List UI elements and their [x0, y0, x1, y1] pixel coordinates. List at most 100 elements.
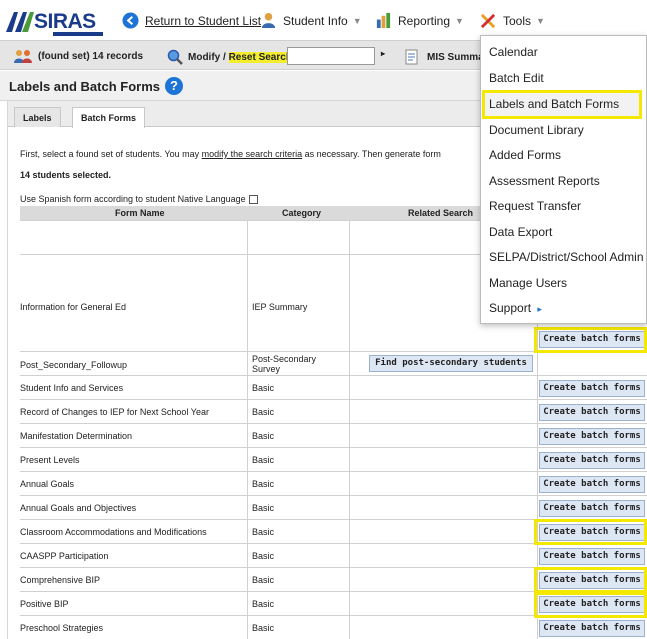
found-set-label: (found set) 14 records: [38, 50, 144, 62]
reporting-label: Reporting: [398, 13, 451, 28]
menu-item-document-library[interactable]: Document Library: [489, 123, 584, 137]
menu-item-calendar[interactable]: Calendar: [489, 45, 538, 59]
form-category: IEP Summary: [252, 302, 308, 312]
menu-item-support[interactable]: Support ▸: [489, 301, 542, 315]
table-row: CAASPP Participation Basic Create batch …: [20, 543, 647, 567]
form-category: Post-Secondary Survey: [252, 354, 317, 374]
form-category: Basic: [252, 479, 275, 489]
form-category: Basic: [252, 503, 275, 513]
highlight-box: [534, 567, 647, 593]
form-name: Annual Goals and Objectives: [20, 503, 137, 513]
col-header-form-name: Form Name: [115, 208, 165, 218]
menu-item-manage-users[interactable]: Manage Users: [489, 276, 567, 290]
students-selected-text: 14 students selected.: [20, 170, 112, 180]
tab-batch-forms[interactable]: Batch Forms: [72, 107, 146, 128]
menu-item-labels-and-batch-forms[interactable]: Labels and Batch Forms: [489, 97, 619, 111]
table-row: Student Info and Services Basic Create b…: [20, 375, 647, 399]
help-icon[interactable]: ?: [165, 77, 183, 95]
student-icon: [261, 12, 276, 29]
form-name: Manifestation Determination: [20, 431, 133, 441]
spanish-option-label: Use Spanish form according to student Na…: [20, 194, 246, 204]
modify-label: Modify /: [188, 51, 226, 63]
found-set-indicator[interactable]: (found set) 14 records: [14, 49, 143, 63]
table-row: Post_Secondary_Followup Post-Secondary S…: [20, 351, 647, 375]
create-batch-forms-button[interactable]: Create batch forms: [539, 548, 645, 565]
col-header-related-search: Related Search: [408, 208, 474, 218]
menu-item-data-export[interactable]: Data Export: [489, 225, 552, 239]
highlight-box: [534, 592, 647, 618]
create-batch-forms-button[interactable]: Create batch forms: [539, 380, 645, 397]
form-name: Student Info and Services: [20, 383, 124, 393]
form-category: Basic: [252, 407, 275, 417]
col-header-category: Category: [282, 208, 322, 218]
tools-dropdown-menu: Calendar Batch Edit Labels and Batch For…: [480, 35, 647, 324]
chevron-right-icon: ▸: [537, 304, 542, 314]
form-name: CAASPP Participation: [20, 551, 109, 561]
create-batch-forms-button[interactable]: Create batch forms: [539, 428, 645, 445]
search-input[interactable]: [287, 47, 375, 65]
table-row: Preschool Strategies Basic Create batch …: [20, 615, 647, 639]
create-batch-forms-button[interactable]: Create batch forms: [539, 500, 645, 517]
form-name: Present Levels: [20, 455, 80, 465]
table-row: Manifestation Determination Basic Create…: [20, 423, 647, 447]
highlight-box: [534, 519, 647, 545]
chevron-down-icon: ▼: [455, 15, 464, 26]
form-name: Positive BIP: [20, 599, 69, 609]
modify-search-criteria-link[interactable]: modify the search criteria: [202, 149, 303, 159]
form-name: Information for General Ed: [20, 302, 127, 312]
reset-search-link[interactable]: Reset Search: [228, 51, 292, 63]
highlight-box: [534, 327, 647, 353]
top-nav: SIRAS Return to Student List Student Inf…: [0, 0, 647, 40]
return-label: Return to Student List: [145, 13, 262, 28]
instruction-prefix: First, select a found set of students. Y…: [20, 149, 202, 159]
reporting-menu[interactable]: Reporting ▼: [375, 12, 464, 29]
menu-item-added-forms[interactable]: Added Forms: [489, 148, 561, 162]
student-info-menu[interactable]: Student Info ▼: [260, 12, 362, 29]
form-name: Annual Goals: [20, 479, 75, 489]
search-go-arrow-icon[interactable]: ▸: [381, 49, 385, 58]
chevron-down-icon: ▼: [536, 15, 545, 26]
menu-item-batch-edit[interactable]: Batch Edit: [489, 71, 544, 85]
form-category: Basic: [252, 623, 275, 633]
return-to-student-list-link[interactable]: Return to Student List: [122, 12, 261, 29]
logo-underline: [53, 32, 103, 36]
modify-search[interactable]: Modify / Reset Search: [167, 49, 292, 65]
menu-item-assessment-reports[interactable]: Assessment Reports: [489, 174, 600, 188]
table-row: Present Levels Basic Create batch forms: [20, 447, 647, 471]
form-name: Record of Changes to IEP for Next School…: [20, 407, 209, 417]
table-row: Annual Goals Basic Create batch forms: [20, 471, 647, 495]
table-row: Annual Goals and Objectives Basic Create…: [20, 495, 647, 519]
instruction-text: First, select a found set of students. Y…: [20, 149, 441, 159]
create-batch-forms-button[interactable]: Create batch forms: [539, 620, 645, 637]
logo-mark-icon: [6, 12, 34, 32]
student-info-label: Student Info: [283, 13, 348, 28]
tools-label: Tools: [503, 13, 532, 28]
menu-item-selpa-admin[interactable]: SELPA/District/School Admin: [489, 250, 644, 264]
form-category: Basic: [252, 383, 275, 393]
form-category: Basic: [252, 599, 275, 609]
form-category: Basic: [252, 455, 275, 465]
create-batch-forms-button[interactable]: Create batch forms: [539, 452, 645, 469]
form-name: Comprehensive BIP: [20, 575, 101, 585]
form-name: Post_Secondary_Followup: [20, 360, 128, 370]
document-icon: [405, 49, 418, 65]
chevron-down-icon: ▼: [352, 15, 362, 26]
form-category: Basic: [252, 575, 275, 585]
tools-menu[interactable]: Tools ▼: [480, 12, 545, 29]
form-category: Basic: [252, 527, 275, 537]
tools-icon: [480, 13, 496, 29]
spanish-checkbox[interactable]: [248, 195, 258, 205]
menu-item-request-transfer[interactable]: Request Transfer: [489, 199, 581, 213]
create-batch-forms-button[interactable]: Create batch forms: [539, 404, 645, 421]
form-name: Classroom Accommodations and Modificatio…: [20, 527, 207, 537]
siras-logo[interactable]: SIRAS: [6, 10, 112, 36]
find-post-secondary-button[interactable]: Find post-secondary students: [369, 355, 533, 372]
spanish-option: Use Spanish form according to student Na…: [20, 194, 258, 205]
form-category: Basic: [252, 431, 275, 441]
search-icon: [167, 49, 183, 65]
create-batch-forms-button[interactable]: Create batch forms: [539, 476, 645, 493]
form-category: Basic: [252, 551, 275, 561]
chart-icon: [376, 12, 391, 29]
tab-labels[interactable]: Labels: [14, 107, 61, 127]
page-title: Labels and Batch Forms: [9, 79, 160, 94]
